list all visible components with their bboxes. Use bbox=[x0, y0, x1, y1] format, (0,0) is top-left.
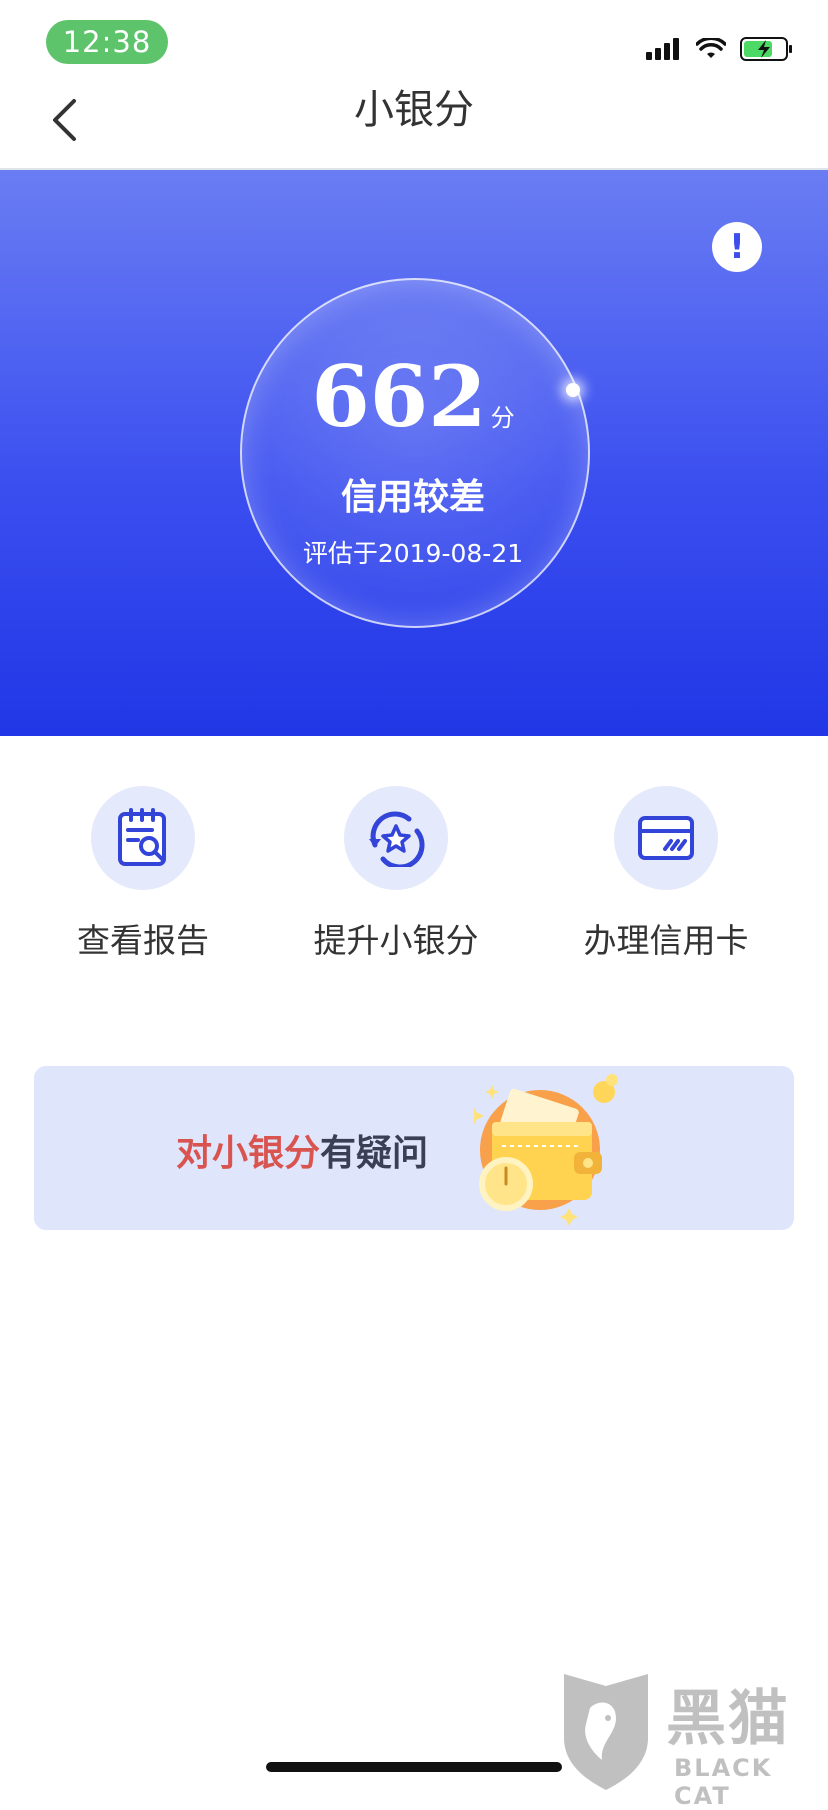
status-time: 12:38 bbox=[46, 20, 168, 64]
evaluation-date: 评估于2019-08-21 bbox=[302, 539, 524, 568]
action-icon-bg bbox=[344, 786, 448, 890]
faq-text: 对小银分有疑问 bbox=[176, 1124, 428, 1176]
status-icons bbox=[646, 34, 794, 64]
page-title: 小银分 bbox=[354, 87, 474, 133]
navigation-bar: 小银分 bbox=[0, 88, 828, 168]
improve-score-button[interactable]: 提升小银分 bbox=[286, 786, 506, 962]
view-report-button[interactable]: 查看报告 bbox=[33, 786, 253, 962]
score-ring bbox=[240, 278, 590, 628]
view-report-label: 查看报告 bbox=[77, 921, 209, 960]
apply-credit-card-label: 办理信用卡 bbox=[583, 921, 749, 960]
action-icon-bg bbox=[614, 786, 718, 890]
wallet-clock-illustration bbox=[474, 1074, 618, 1226]
score-value: 662 bbox=[311, 347, 487, 446]
report-search-icon bbox=[118, 808, 166, 866]
credit-card-icon bbox=[638, 816, 694, 860]
improve-score-label: 提升小银分 bbox=[313, 921, 479, 960]
wifi-icon bbox=[696, 38, 726, 58]
score-unit: 分 bbox=[490, 404, 515, 432]
star-refresh-icon bbox=[369, 811, 425, 867]
watermark: 黑猫 BLACK CAT bbox=[556, 1668, 828, 1810]
battery-charging-icon bbox=[740, 37, 792, 61]
apply-credit-card-button[interactable]: 办理信用卡 bbox=[556, 786, 776, 962]
signal-icon bbox=[646, 38, 679, 60]
score-hero: ! 662 分 信用较差 评估于2019-08-21 bbox=[0, 170, 828, 736]
faq-text-highlight: 对小银分 bbox=[176, 1133, 321, 1174]
faq-text-rest: 有疑问 bbox=[320, 1133, 429, 1174]
faq-banner[interactable]: 对小银分有疑问 bbox=[34, 1066, 794, 1230]
status-bar: 12:38 bbox=[0, 0, 828, 88]
score-value-row: 662 分 bbox=[240, 355, 586, 439]
cat-shield-logo-icon bbox=[564, 1674, 648, 1790]
watermark-text-cn: 黑猫 bbox=[666, 1684, 790, 1754]
action-grid: 查看报告 提升小银分 办理信用卡 bbox=[0, 736, 828, 976]
exclamation-icon: ! bbox=[729, 227, 745, 267]
home-indicator[interactable] bbox=[266, 1762, 562, 1772]
action-icon-bg bbox=[91, 786, 195, 890]
watermark-text-en: BLACK CAT bbox=[674, 1754, 773, 1810]
credit-level: 信用较差 bbox=[340, 477, 485, 518]
info-button[interactable]: ! bbox=[712, 222, 762, 272]
